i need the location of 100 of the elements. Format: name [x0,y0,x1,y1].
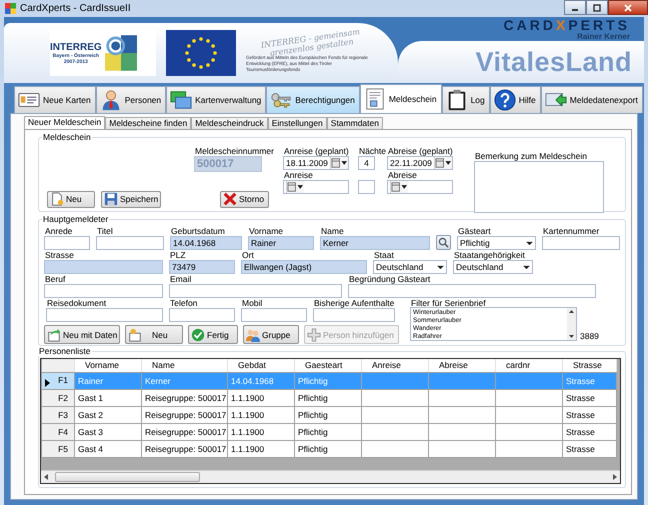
scrollbar-icon [567,308,576,340]
field-label: Filter für Serienbrief [410,298,487,308]
close-button[interactable] [608,0,648,15]
table-cell: Kerner [142,372,228,389]
tab[interactable]: Meldeschein [360,84,442,113]
table-cell: 1.1.1900 [228,440,294,457]
table-row[interactable]: F1 Rainer Kerner 14.04.1968 Pflichtig Strasse [42,372,616,389]
date-field[interactable]: 18.11.2009 [283,156,349,170]
new-button[interactable]: Neu [125,325,183,344]
count-label: 3889 [580,331,599,341]
new-button[interactable]: Neu mit Daten [44,325,120,344]
field-label: Titel [96,226,114,236]
text-field[interactable] [96,236,164,250]
column-header[interactable]: cardnr [496,359,562,372]
table-cell: Reisegruppe: 500017 [142,389,228,406]
table-row[interactable]: F5 Gast 4 Reisegruppe: 500017 1.1.1900 Pflichtig Strasse [42,440,616,457]
column-header[interactable]: Vorname [74,359,142,372]
field-label: Begründung Gästeart [348,274,432,284]
row-header[interactable]: F3 [42,406,74,423]
text-field[interactable]: Rainer [248,236,314,250]
tab[interactable]: Personen [96,86,166,113]
field-label: Gästeart [457,226,492,236]
tab[interactable]: Berechtigungen [266,86,360,113]
table-row[interactable]: F3 Gast 2 Reisegruppe: 500017 1.1.1900 Pflichtig Strasse [42,406,616,423]
table-cell: Strasse [562,372,616,389]
scroll-thumb[interactable] [55,472,200,482]
table-cell: Strasse [562,440,616,457]
text-field[interactable] [542,236,620,250]
text-field[interactable]: Kerner [320,236,430,250]
tab[interactable]: Neuer Meldeschein [24,116,106,129]
tab[interactable]: Neue Karten [14,86,96,113]
row-header[interactable]: F2 [42,389,74,406]
date-field[interactable]: 22.11.2009 [387,156,453,170]
tab[interactable]: Kartenverwaltung [166,86,266,113]
tab[interactable]: Meldescheindruck [191,117,268,129]
table-cell: 1.1.1900 [228,423,294,440]
row-header[interactable]: F1 [42,372,74,389]
column-header[interactable]: Anreise [362,359,428,372]
column-header[interactable]: Gebdat [228,359,294,372]
date-field[interactable] [283,180,349,194]
field-label: Strasse [44,250,75,260]
row-header[interactable]: F5 [42,440,74,457]
text-field[interactable] [169,308,235,322]
field-label: Staat [373,250,395,260]
column-header[interactable]: Gaesteart [294,359,362,372]
tab[interactable]: Stammdaten [326,117,383,129]
new-button[interactable]: Neu [47,190,95,208]
dropdown-field[interactable]: Deutschland [373,260,447,274]
minimize-button[interactable] [564,0,586,15]
tab[interactable]: Meldedatenexport [540,86,643,113]
text-field[interactable]: 4 [358,156,375,170]
text-field[interactable] [46,308,163,322]
calendar-dropdown-icon [434,157,452,169]
row-header[interactable]: F4 [42,423,74,440]
cancel-button[interactable]: Storno [220,190,269,208]
dropdown-field[interactable]: Deutschland [453,260,533,274]
column-header[interactable]: Strasse [562,359,616,372]
document-icon [128,328,142,342]
column-header[interactable]: Name [142,359,228,372]
table-row[interactable]: F4 Gast 3 Reisegruppe: 500017 1.1.1900 Pflichtig Strasse [42,423,616,440]
table-row[interactable]: F2 Gast 1 Reisegruppe: 500017 1.1.1900 Pflichtig Strasse [42,389,616,406]
field-label: Abreise [387,170,418,180]
text-field[interactable]: Ellwangen (Jagst) [241,260,367,274]
date-field[interactable] [387,180,453,194]
remark-field[interactable] [474,161,604,213]
tab[interactable]: Meldescheine finden [105,117,192,129]
text-field[interactable] [44,236,90,250]
table-cell [428,440,496,457]
done-button[interactable]: Fertig [188,325,238,344]
group-title: Hauptgemeldeter [42,214,110,224]
document-icon [50,192,64,206]
dropdown-arrow-icon [523,264,530,270]
scroll-left-icon [43,473,49,481]
dropdown-field[interactable]: Pflichtig [457,236,536,250]
text-field[interactable] [241,308,307,322]
tab[interactable]: Einstellungen [268,117,327,129]
text-field[interactable]: 14.04.1968 [170,236,242,250]
text-field[interactable] [313,308,395,322]
text-field[interactable] [169,284,342,298]
calendar-dropdown-icon [330,157,348,169]
save-button[interactable]: Speichern [101,190,161,208]
text-field[interactable] [44,284,163,298]
cards-icon [170,89,192,111]
table-cell: 1.1.1900 [228,389,294,406]
group-button[interactable]: Gruppe [243,325,299,344]
table-cell: Pflichtig [294,372,362,389]
text-field[interactable]: 73479 [169,260,235,274]
text-field[interactable] [44,260,163,274]
search-icon [438,237,449,248]
column-header[interactable]: Abreise [428,359,496,372]
table-cell: 1.1.1900 [228,406,294,423]
close-icon [623,4,633,12]
text-field[interactable] [358,180,375,194]
tab[interactable]: Hilfe [490,86,541,113]
text-field[interactable] [348,284,596,298]
tab[interactable]: Log [442,86,490,113]
table-cell [362,440,428,457]
maximize-button[interactable] [586,0,608,15]
horizontal-scrollbar[interactable] [41,470,620,483]
search-button[interactable] [436,235,451,250]
